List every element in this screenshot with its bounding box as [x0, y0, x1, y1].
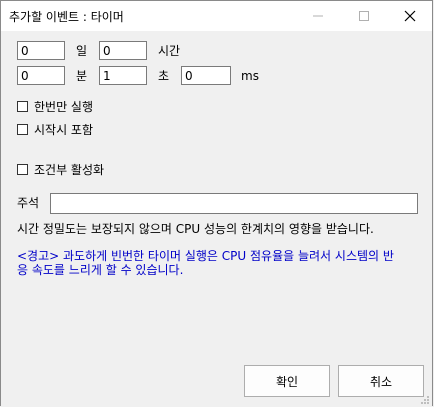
minimize-icon: [313, 15, 323, 17]
resize-grip-icon[interactable]: [420, 395, 430, 405]
include-start-label: 시작시 포함: [34, 123, 94, 137]
warning-line-2: 응 속도를 느리게 할 수 있습니다.: [17, 263, 184, 277]
include-start-box[interactable]: [17, 124, 28, 135]
hours-label: 시간: [158, 44, 181, 58]
conditional-activation-label: 조건부 활성화: [34, 163, 105, 177]
ok-button[interactable]: 확인: [244, 365, 330, 397]
seconds-input[interactable]: [99, 66, 147, 85]
precision-note: 시간 정밀도는 보장되지 않으며 CPU 성능의 한계치의 영향을 받습니다.: [17, 222, 374, 236]
run-once-checkbox[interactable]: 한번만 실행: [17, 98, 93, 115]
close-icon: [404, 10, 416, 22]
milliseconds-input[interactable]: [181, 66, 231, 85]
run-once-box[interactable]: [17, 101, 28, 112]
days-input[interactable]: [17, 41, 65, 60]
conditional-activation-box[interactable]: [17, 164, 28, 175]
close-button[interactable]: [387, 1, 433, 31]
timer-dialog: 추가할 이벤트 : 타이머 일 시간 분 초 ms 한번만 실행 시작시 포함: [0, 0, 433, 407]
minutes-input[interactable]: [17, 66, 65, 85]
conditional-activation-checkbox[interactable]: 조건부 활성화: [17, 161, 104, 178]
maximize-button[interactable]: [341, 1, 387, 31]
days-label: 일: [76, 44, 88, 58]
minutes-label: 분: [76, 69, 88, 83]
run-once-label: 한번만 실행: [34, 100, 94, 114]
minimize-button[interactable]: [295, 1, 341, 31]
hours-input[interactable]: [99, 41, 147, 60]
comment-label: 주석: [17, 196, 40, 210]
maximize-icon: [359, 11, 369, 21]
title-bar[interactable]: 추가할 이벤트 : 타이머: [1, 1, 432, 31]
seconds-label: 초: [158, 69, 170, 83]
dialog-body: 일 시간 분 초 ms 한번만 실행 시작시 포함 조건부 활성화 주석 시간 …: [1, 31, 432, 407]
cancel-button[interactable]: 취소: [338, 365, 424, 397]
comment-input[interactable]: [50, 193, 418, 214]
milliseconds-label: ms: [241, 69, 259, 83]
include-start-checkbox[interactable]: 시작시 포함: [17, 121, 93, 138]
window-title: 추가할 이벤트 : 타이머: [9, 10, 124, 24]
